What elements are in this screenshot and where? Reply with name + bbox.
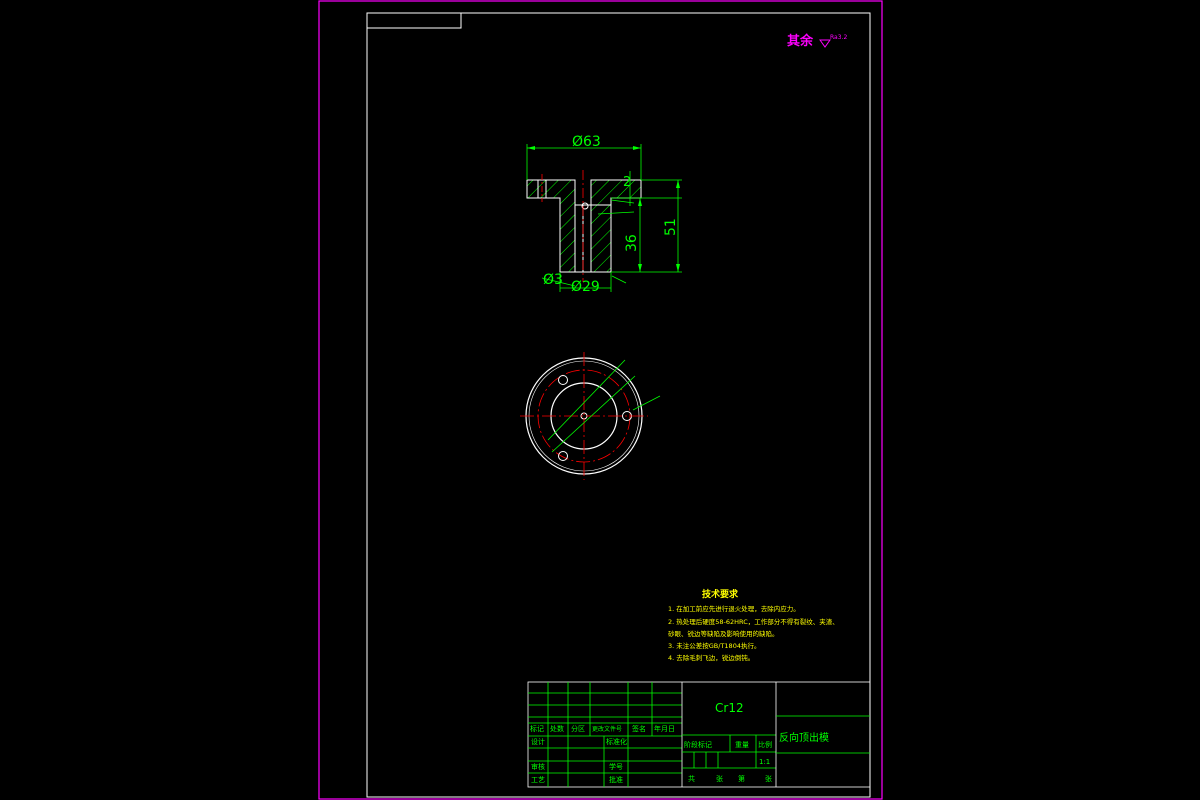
- tech-req-item: 3. 未注公差按GB/T1804执行。: [668, 641, 760, 650]
- tech-req-item: 2. 热处理后硬度58-62HRC，工作部分不得有裂纹、夹渣、: [668, 617, 839, 626]
- tech-req-item: 砂眼、锐边等缺陷及影响使用的缺陷。: [668, 629, 779, 638]
- surface-note-label: 其余: [787, 33, 814, 49]
- tb-header: 年月日: [654, 724, 675, 733]
- dim-inner-depth: 36: [624, 234, 640, 252]
- engineering-drawing: 其余 Ra3.2 Ø63 2 36 51 Ø29 Ø3 技术要求 1. 在加工前…: [318, 0, 883, 800]
- dim-total-height: 51: [663, 218, 679, 236]
- tb-header: 标记: [530, 724, 544, 733]
- tb-sheet-info: 共: [688, 774, 695, 783]
- surface-note-symbol: Ra3.2: [830, 34, 847, 41]
- dim-flange-thickness: 2: [623, 175, 631, 190]
- tb-sheet-info: 第: [738, 774, 745, 783]
- front-section-view: Ø63 2 36 51 Ø29 Ø3: [526, 134, 682, 295]
- tb-role: 批准: [609, 775, 623, 784]
- bolt-hole-1: [558, 375, 568, 385]
- material-text: Cr12: [715, 701, 744, 715]
- top-view: [520, 352, 661, 480]
- tb-role: 标准化: [606, 737, 627, 746]
- tb-header: 处数: [550, 724, 564, 733]
- roughness-icon: [819, 39, 831, 48]
- dim-bore-diameter: Ø29: [571, 279, 600, 295]
- bolt-hole-3: [558, 451, 568, 461]
- tb-stage-header: 重量: [735, 741, 749, 749]
- tb-stage-header: 阶段标记: [684, 740, 712, 749]
- tb-role: 学号: [609, 762, 623, 771]
- tb-role: 设计: [531, 737, 545, 746]
- tb-sheet-info: 张: [765, 774, 772, 783]
- tb-header: 分区: [571, 724, 585, 733]
- tb-header: 更改文件号: [592, 725, 622, 733]
- tb-sheet-info: 张: [716, 774, 723, 783]
- outer-border: [318, 0, 883, 800]
- scale-text: 1:1: [759, 758, 770, 766]
- section-left: [526, 179, 576, 273]
- tech-req-item: 4. 去除毛刺飞边，锐边倒钝。: [668, 653, 754, 662]
- section-right: [590, 179, 642, 273]
- dim-small-diameter: Ø3: [543, 272, 563, 288]
- tb-role: 工艺: [531, 776, 545, 784]
- tech-requirements: 技术要求 1. 在加工前应先进行退火处理，去除内应力。 2. 热处理后硬度58-…: [668, 588, 839, 662]
- tb-role: 审核: [531, 762, 545, 771]
- tb-stage-header: 比例: [758, 740, 772, 749]
- tech-req-title: 技术要求: [702, 588, 739, 600]
- tb-header: 签名: [632, 724, 646, 733]
- dim-flange-diameter: Ø63: [572, 134, 601, 150]
- tech-req-item: 1. 在加工前应先进行退火处理，去除内应力。: [668, 604, 800, 613]
- part-name-text: 反向顶出模: [779, 731, 829, 744]
- inner-border: [366, 12, 871, 798]
- code-box: [366, 12, 462, 29]
